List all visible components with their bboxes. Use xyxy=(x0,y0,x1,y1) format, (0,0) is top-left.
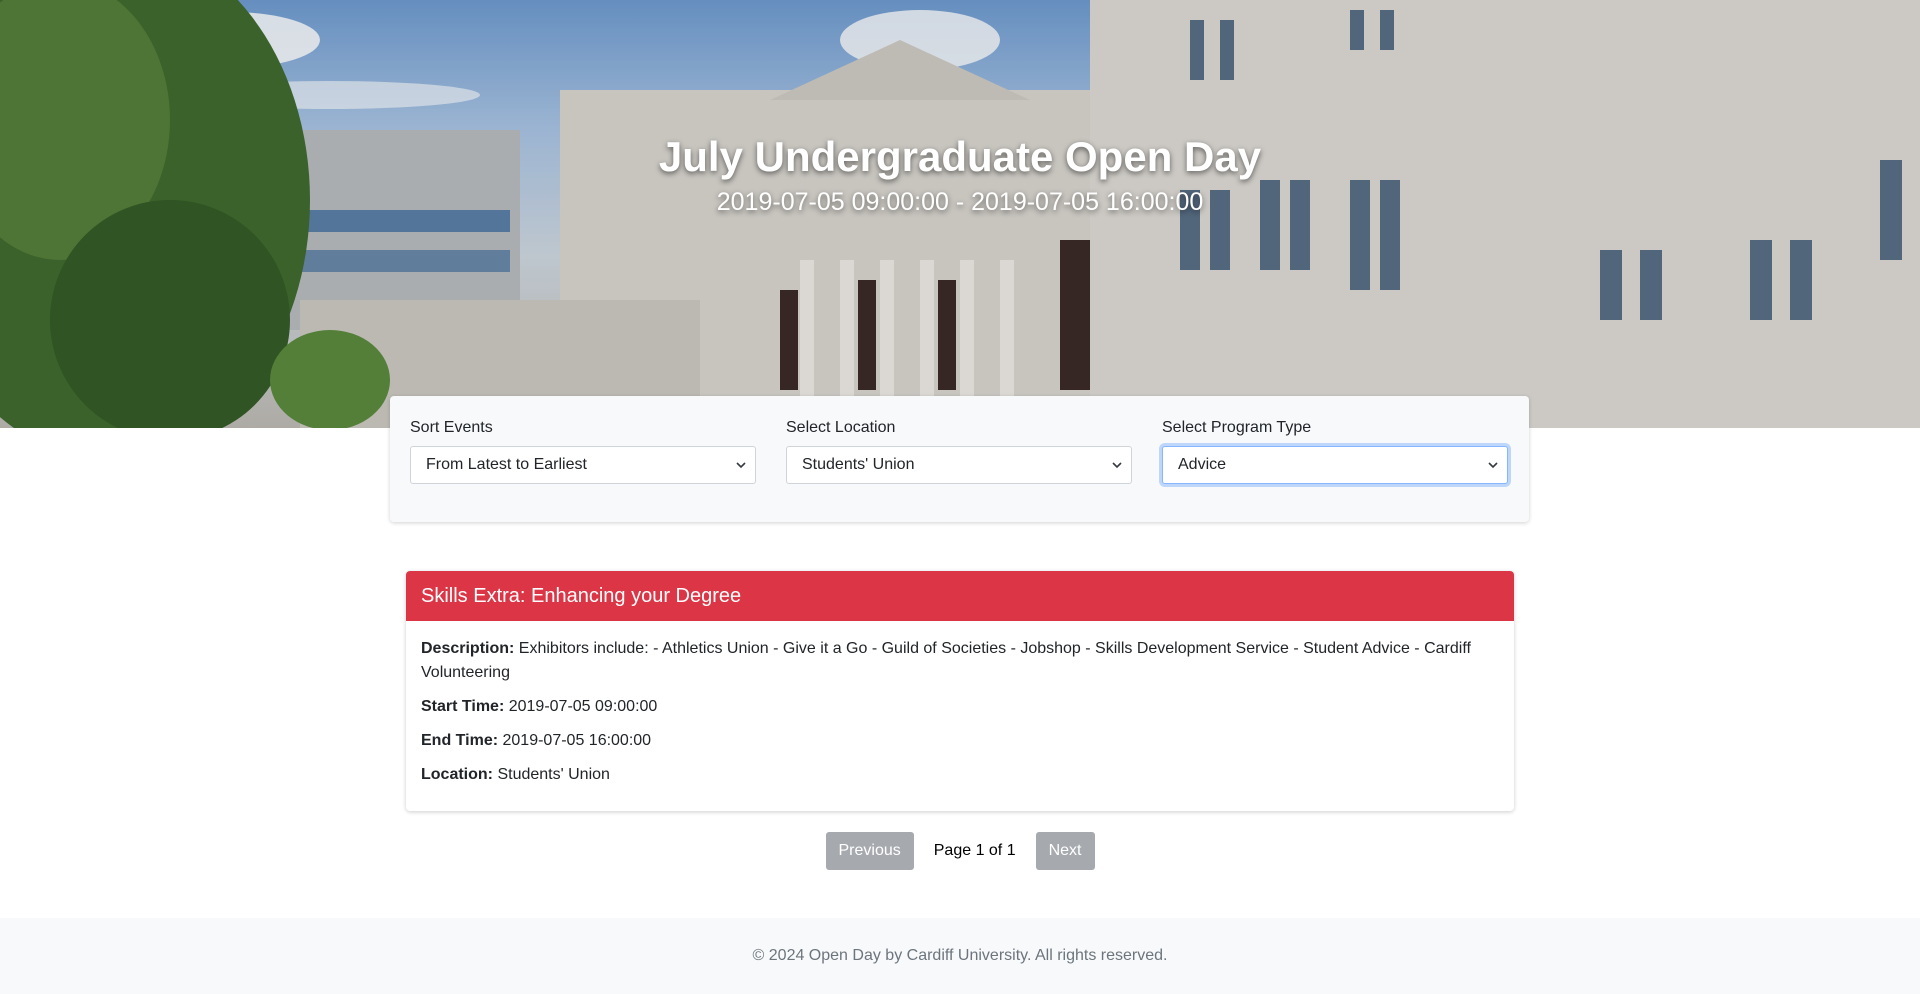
start-value: 2019-07-05 09:00:00 xyxy=(508,698,658,715)
location-select[interactable]: Students' Union xyxy=(786,446,1132,484)
program-select-value: Advice xyxy=(1178,456,1227,473)
location-detail-label: Location: xyxy=(421,766,493,783)
event-description: Description: Exhibitors include: - Athle… xyxy=(421,637,1499,685)
location-filter: Select Location Students' Union xyxy=(786,418,1132,522)
event-location: Location: Students' Union xyxy=(421,763,1499,787)
program-filter: Select Program Type Advice xyxy=(1162,418,1508,522)
hero-banner: July Undergraduate Open Day 2019-07-05 0… xyxy=(0,0,1920,428)
event-start: Start Time: 2019-07-05 09:00:00 xyxy=(421,695,1499,719)
sort-filter: Sort Events From Latest to Earliest xyxy=(410,418,756,522)
sort-select[interactable]: From Latest to Earliest xyxy=(410,446,756,484)
footer: © 2024 Open Day by Cardiff University. A… xyxy=(0,918,1920,994)
page-info: Page 1 of 1 xyxy=(933,842,1016,859)
chevron-down-icon xyxy=(1112,462,1122,469)
event-dates: 2019-07-05 09:00:00 - 2019-07-05 16:00:0… xyxy=(716,188,1204,216)
filter-panel: Sort Events From Latest to Earliest Sele… xyxy=(390,396,1529,522)
location-label: Select Location xyxy=(786,419,896,436)
event-card: Skills Extra: Enhancing your Degree Desc… xyxy=(406,571,1514,811)
sort-select-value: From Latest to Earliest xyxy=(426,456,587,473)
next-button[interactable]: Next xyxy=(1035,832,1095,870)
previous-button[interactable]: Previous xyxy=(825,832,914,870)
description-text: Exhibitors include: - Athletics Union - … xyxy=(421,640,1471,681)
sort-label: Sort Events xyxy=(410,419,493,436)
footer-text: © 2024 Open Day by Cardiff University. A… xyxy=(752,947,1168,964)
location-detail-value: Students' Union xyxy=(497,766,610,783)
end-label: End Time: xyxy=(421,732,499,749)
hero-text: July Undergraduate Open Day 2019-07-05 0… xyxy=(0,130,1920,218)
page-title: July Undergraduate Open Day xyxy=(658,133,1262,180)
end-value: 2019-07-05 16:00:00 xyxy=(502,732,652,749)
location-select-value: Students' Union xyxy=(802,456,915,473)
event-details: Description: Exhibitors include: - Athle… xyxy=(406,621,1514,787)
pagination: Previous Page 1 of 1 Next xyxy=(0,832,1920,870)
event-end: End Time: 2019-07-05 16:00:00 xyxy=(421,729,1499,753)
chevron-down-icon xyxy=(736,462,746,469)
start-label: Start Time: xyxy=(421,698,505,715)
event-title: Skills Extra: Enhancing your Degree xyxy=(406,571,1514,621)
chevron-down-icon xyxy=(1488,462,1498,469)
description-label: Description: xyxy=(421,640,515,657)
program-select[interactable]: Advice xyxy=(1162,446,1508,484)
program-label: Select Program Type xyxy=(1162,419,1312,436)
